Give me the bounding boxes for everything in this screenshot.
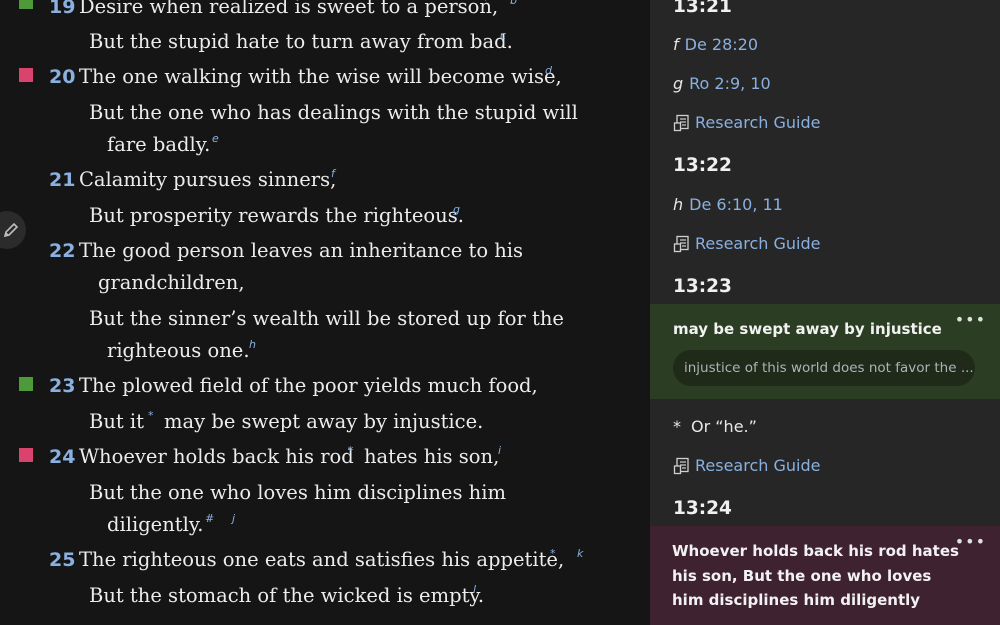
- verse-20-line-2[interactable]: But the one who has dealings with the st…: [89, 101, 578, 125]
- note-title: Whoever holds back his rod hates his son…: [672, 542, 959, 609]
- cross-reference-marker[interactable]: c: [500, 29, 506, 43]
- bible-text-pane: 19 Desire when realized is sweet to a pe…: [0, 0, 650, 625]
- verse-24-line-1b[interactable]: hates his son,: [364, 445, 499, 469]
- verse-22-line-1[interactable]: The good person leaves an inheritance to…: [79, 239, 523, 263]
- highlight-marker-pink[interactable]: [19, 448, 33, 462]
- more-options-icon[interactable]: •••: [955, 534, 986, 550]
- highlight-note-pink[interactable]: Whoever holds back his rod hates his son…: [650, 526, 1000, 625]
- cross-reference-marker[interactable]: l: [473, 583, 476, 597]
- verse-20-line-3[interactable]: fare badly.: [107, 133, 210, 157]
- note-title: may be swept away by injustice: [673, 320, 942, 338]
- cross-reference-marker[interactable]: h: [249, 338, 256, 352]
- verse-number-23[interactable]: 23: [49, 374, 75, 398]
- cross-reference-marker[interactable]: d: [545, 64, 552, 78]
- highlight-note-green[interactable]: may be swept away by injustice ••• injus…: [650, 304, 1000, 399]
- research-guide-link[interactable]: Research Guide: [673, 233, 820, 255]
- verse-23-line-1[interactable]: The plowed field of the poor yields much…: [79, 374, 538, 398]
- pencil-icon: [3, 222, 19, 238]
- reference-letter: h: [673, 195, 684, 214]
- reference-letter: f: [673, 35, 679, 54]
- note-body: injustice of this world does not favor t…: [684, 360, 974, 376]
- reference-link[interactable]: Ro 2:9, 10: [689, 74, 771, 93]
- verse-22-line-3[interactable]: righteous one.: [107, 339, 250, 363]
- verse-number-22[interactable]: 22: [49, 239, 75, 263]
- verse-19-line-2[interactable]: But the stupid hate to turn away from ba…: [89, 30, 513, 54]
- verse-23-line-2b[interactable]: may be swept away by injustice.: [164, 410, 483, 434]
- cross-reference-marker[interactable]: g: [453, 203, 460, 217]
- highlight-marker-green[interactable]: [19, 377, 33, 391]
- study-notes-sidebar: 13:21 f De 28:20 g Ro 2:9, 10 Research Gui…: [650, 0, 1000, 625]
- research-guide-label: Research Guide: [695, 234, 821, 253]
- verse-25-line-2[interactable]: But the stomach of the wicked is empty.: [89, 584, 484, 608]
- verse-number-21[interactable]: 21: [49, 168, 75, 192]
- cross-reference-marker[interactable]: j: [232, 512, 235, 526]
- verse-number-24[interactable]: 24: [49, 445, 75, 469]
- verse-21-line-1[interactable]: Calamity pursues sinners,: [79, 168, 336, 192]
- research-guide-link[interactable]: Research Guide: [673, 455, 820, 477]
- research-guide-icon: [673, 114, 689, 132]
- cross-reference-marker[interactable]: k: [577, 547, 583, 561]
- section-heading-13-23: 13:23: [673, 276, 732, 297]
- footnote-marker[interactable]: *: [550, 547, 556, 561]
- verse-24-line-1a[interactable]: Whoever holds back his rod: [79, 445, 354, 469]
- verse-24-line-2[interactable]: But the one who loves him disciplines hi…: [89, 481, 506, 505]
- cross-reference-marker[interactable]: e: [212, 132, 219, 146]
- highlight-marker-green[interactable]: [19, 0, 33, 9]
- research-guide-label: Research Guide: [695, 113, 821, 132]
- edit-pencil-button[interactable]: [0, 211, 26, 249]
- reference-link[interactable]: De 28:20: [685, 35, 758, 54]
- verse-21-line-2[interactable]: But prosperity rewards the righteous.: [89, 204, 464, 228]
- section-heading-13-21: 13:21: [673, 0, 732, 17]
- footnote-star: *: [673, 417, 681, 436]
- section-heading-13-24: 13:24: [673, 498, 732, 519]
- cross-reference-g[interactable]: g Ro 2:9, 10: [673, 74, 771, 94]
- verse-number-25[interactable]: 25: [49, 548, 75, 572]
- footnote-marker[interactable]: *: [148, 409, 154, 423]
- research-guide-icon: [673, 457, 689, 475]
- verse-25-line-1[interactable]: The righteous one eats and satisfies his…: [79, 548, 564, 572]
- verse-20-line-1[interactable]: The one walking with the wise will becom…: [79, 65, 562, 89]
- cross-reference-f[interactable]: f De 28:20: [673, 35, 758, 55]
- cross-reference-marker[interactable]: f: [331, 167, 335, 181]
- research-guide-icon: [673, 235, 689, 253]
- reference-letter: g: [673, 74, 684, 93]
- research-guide-label: Research Guide: [695, 456, 821, 475]
- verse-number-20[interactable]: 20: [49, 65, 75, 89]
- footnote-marker[interactable]: *: [483, 0, 489, 8]
- research-guide-link[interactable]: Research Guide: [673, 112, 820, 134]
- verse-24-line-3[interactable]: diligently.: [107, 513, 203, 537]
- footnote-text: * Or “he.”: [673, 417, 757, 437]
- section-heading-13-22: 13:22: [673, 155, 732, 176]
- footnote-marker[interactable]: *: [348, 444, 354, 458]
- cross-reference-marker[interactable]: b: [510, 0, 517, 8]
- verse-19-line-1[interactable]: Desire when realized is sweet to a perso…: [79, 0, 498, 19]
- footnote-marker[interactable]: #: [205, 512, 214, 526]
- cross-reference-marker[interactable]: i: [498, 444, 501, 458]
- note-body-pill[interactable]: injustice of this world does not favor t…: [673, 350, 975, 386]
- verse-23-line-2a[interactable]: But it: [89, 410, 144, 434]
- verse-22-line-1-cont[interactable]: grandchildren,: [98, 271, 245, 295]
- highlight-marker-pink[interactable]: [19, 68, 33, 82]
- verse-22-line-2[interactable]: But the sinner’s wealth will be stored u…: [89, 307, 564, 331]
- more-options-icon[interactable]: •••: [955, 312, 986, 328]
- reference-link[interactable]: De 6:10, 11: [689, 195, 783, 214]
- footnote-body: Or “he.”: [691, 417, 757, 436]
- cross-reference-h[interactable]: h De 6:10, 11: [673, 195, 783, 215]
- verse-number-19[interactable]: 19: [49, 0, 75, 19]
